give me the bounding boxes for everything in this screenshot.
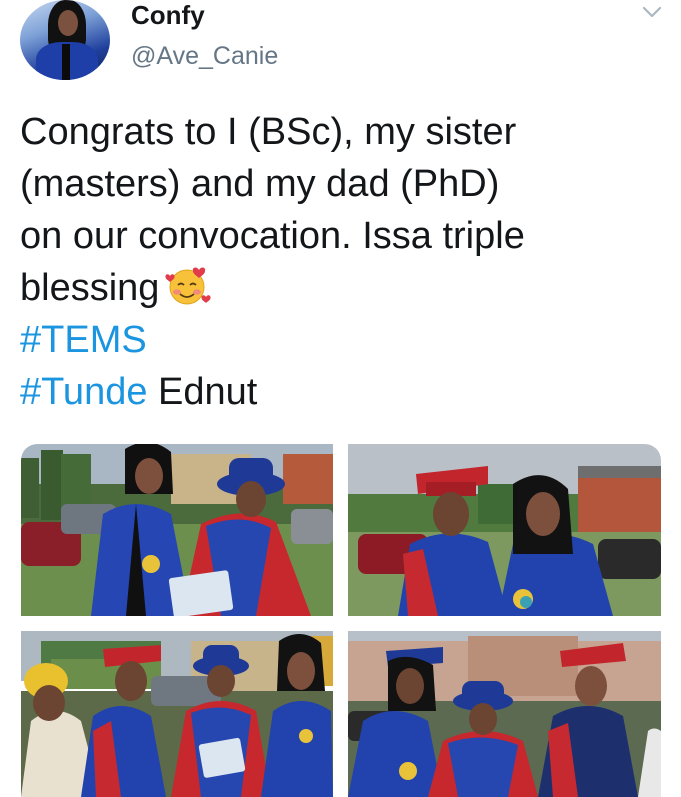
hashtag-link[interactable]: #TEMS [20,314,640,366]
graduation-photo[interactable] [348,444,661,616]
smiling-face-with-hearts-icon [165,267,211,305]
tweet-text-line: on our convocation. Issa triple [20,215,525,257]
tweet-text-line: #Tunde Ednut [20,366,640,418]
display-name[interactable]: Confy [131,0,205,30]
hashtag-link[interactable]: #Tunde [20,371,147,413]
graduation-photo[interactable] [21,444,333,616]
tweet-text-segment: blessing [20,267,160,309]
tweet-text-line: Congrats to I (BSc), my sister [20,111,517,153]
tweet-text: Congrats to I (BSc), my sister (masters)… [20,106,640,418]
graduation-photo[interactable] [348,631,661,797]
tweet-text-line: (masters) and my dad (PhD) [20,163,500,205]
graduation-photo[interactable] [21,631,333,797]
tweet-text-line: blessing [20,262,640,314]
chevron-down-icon[interactable] [641,4,663,20]
media-grid [21,444,661,797]
user-handle[interactable]: @Ave_Canie [131,41,278,71]
tweet-text-segment: Ednut [147,371,258,413]
avatar[interactable] [20,0,110,80]
